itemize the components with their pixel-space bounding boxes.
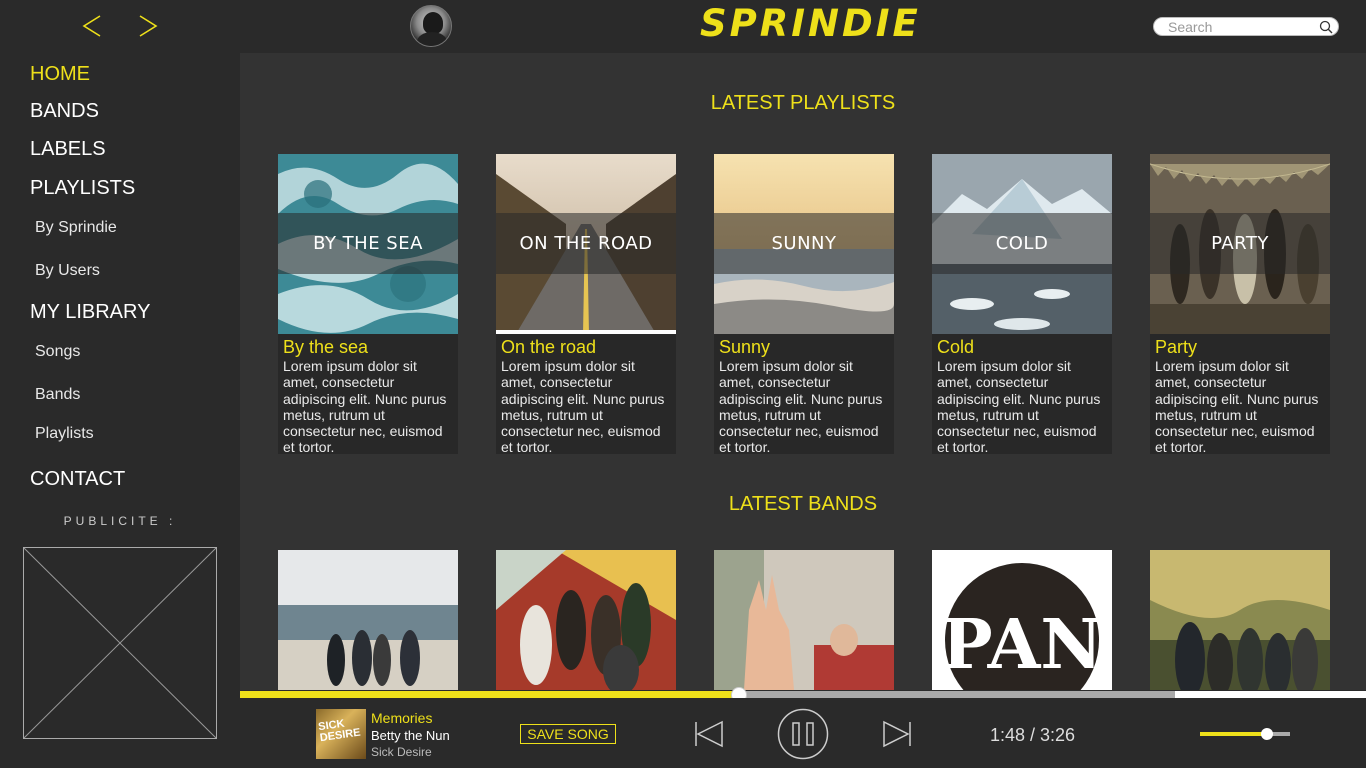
playlist-title[interactable]: On the road (501, 337, 596, 358)
sidebar-subitem-by-sprindie[interactable]: By Sprindie (35, 219, 117, 237)
band-card[interactable]: PAN (932, 550, 1112, 690)
sidebar-item-bands[interactable]: BANDS (30, 100, 99, 123)
song-artist[interactable]: Betty the Nun (371, 728, 450, 743)
playlist-title[interactable]: By the sea (283, 337, 368, 358)
playlist-description: Lorem ipsum dolor sit amet, consectetur … (937, 358, 1101, 456)
album-cover-text: SICK DESIRE (317, 717, 362, 745)
playlist-title[interactable]: Cold (937, 337, 974, 358)
band-card[interactable] (1150, 550, 1330, 690)
playlist-description: Lorem ipsum dolor sit amet, consectetur … (501, 358, 665, 456)
user-avatar[interactable] (410, 5, 452, 47)
forward-arrow-icon[interactable] (128, 10, 168, 42)
previous-track-icon[interactable] (694, 719, 724, 749)
album-cover[interactable]: SICK DESIRE (316, 709, 366, 759)
playlist-overlay-label: ON THE ROAD (496, 213, 676, 274)
logo[interactable]: SPRINDIE (700, 2, 918, 45)
pause-icon[interactable] (777, 708, 829, 760)
sidebar-subitem-by-users[interactable]: By Users (35, 262, 100, 280)
volume-handle[interactable] (1260, 728, 1273, 740)
progress-fill (240, 691, 739, 698)
next-track-icon[interactable] (882, 719, 912, 749)
top-bar: SPRINDIE (0, 0, 1366, 53)
sidebar-item-home[interactable]: HOME (30, 63, 90, 86)
playlist-overlay-label: COLD (932, 213, 1112, 274)
playlist-card[interactable]: ON THE ROAD On the road Lorem ipsum dolo… (496, 154, 676, 456)
playlist-overlay-label: BY THE SEA (278, 213, 458, 274)
playlist-card[interactable]: BY THE SEA By the sea Lorem ipsum dolor … (278, 154, 458, 456)
playlist-description: Lorem ipsum dolor sit amet, consectetur … (1155, 358, 1319, 456)
sidebar-item-my-library[interactable]: MY LIBRARY (30, 301, 150, 324)
band-card[interactable] (278, 550, 458, 690)
playlist-title[interactable]: Party (1155, 337, 1197, 358)
playlist-description: Lorem ipsum dolor sit amet, consectetur … (719, 358, 883, 456)
sidebar: HOME BANDS LABELS PLAYLISTS By Sprindie … (0, 53, 240, 768)
search-icon[interactable] (1319, 20, 1333, 34)
band-logo-text: PAN (941, 605, 1102, 685)
sidebar-subitem-songs[interactable]: Songs (35, 343, 80, 361)
ad-label: PUBLICITE : (63, 514, 177, 528)
band-card[interactable] (714, 550, 894, 690)
playlist-card[interactable]: PARTY Party Lorem ipsum dolor sit amet, … (1150, 154, 1330, 456)
sidebar-subitem-bands[interactable]: Bands (35, 386, 80, 404)
band-card[interactable] (496, 550, 676, 690)
playback-time: 1:48 / 3:26 (990, 725, 1076, 745)
sidebar-item-playlists[interactable]: PLAYLISTS (30, 177, 135, 200)
song-title[interactable]: Memories (371, 710, 432, 726)
sidebar-item-contact[interactable]: CONTACT (30, 468, 125, 491)
sidebar-item-labels[interactable]: LABELS (30, 138, 106, 161)
sidebar-subitem-playlists[interactable]: Playlists (35, 425, 94, 443)
playlist-card[interactable]: SUNNY Sunny Lorem ipsum dolor sit amet, … (714, 154, 894, 456)
latest-playlists-title: LATEST PLAYLISTS (710, 92, 896, 114)
playlist-description: Lorem ipsum dolor sit amet, consectetur … (283, 358, 447, 456)
search-input[interactable] (1168, 19, 1318, 35)
volume-fill (1200, 732, 1267, 736)
playlist-card[interactable]: COLD Cold Lorem ipsum dolor sit amet, co… (932, 154, 1112, 456)
song-album[interactable]: Sick Desire (371, 745, 432, 759)
playlist-overlay-label: PARTY (1150, 213, 1330, 274)
latest-bands-title: LATEST BANDS (728, 493, 878, 515)
back-arrow-icon[interactable] (72, 10, 112, 42)
playlist-title[interactable]: Sunny (719, 337, 770, 358)
save-song-button[interactable]: SAVE SONG (520, 724, 616, 744)
ad-placeholder[interactable] (23, 547, 217, 739)
main-content: LATEST PLAYLISTS BY THE SEA By the sea L… (240, 53, 1366, 690)
playlist-overlay-label: SUNNY (714, 213, 894, 274)
search-box[interactable] (1153, 17, 1339, 36)
